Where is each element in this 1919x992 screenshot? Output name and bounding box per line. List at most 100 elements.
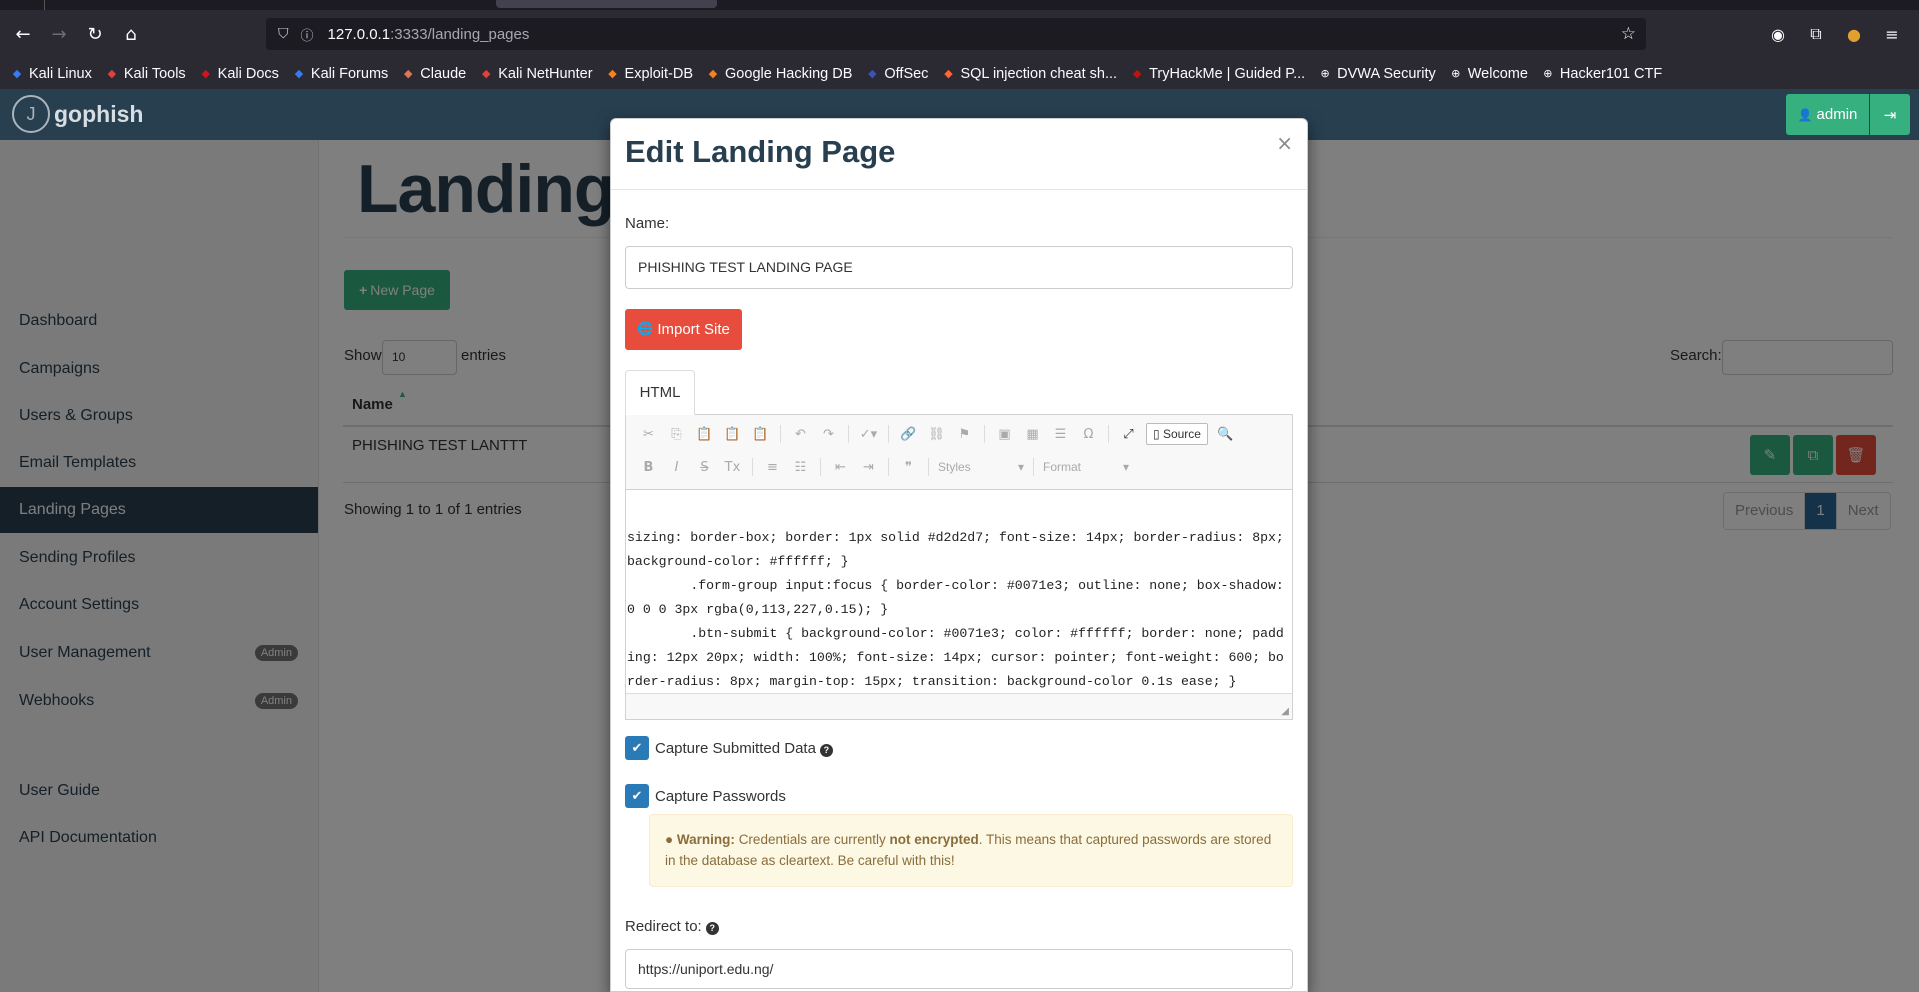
url-bar[interactable]: ⛉ ⓘ 127.0.0.1:3333/landing_pages ☆ [266,18,1646,50]
source-code-area[interactable]: sizing: border-box; border: 1px solid #d… [626,490,1292,693]
back-icon[interactable]: ← [8,20,38,50]
kali-tools-icon: ◆ [107,67,117,80]
image-icon[interactable]: ▣ [994,427,1015,442]
capture-data-checkbox[interactable]: ✔ [625,736,649,760]
toolbar-separator [820,458,821,476]
logout-button[interactable]: ⇥ [1870,94,1910,135]
extensions-icon[interactable]: ⧉ [1801,18,1831,50]
bookmarks-bar: ◆ Kali Linux ◆ Kali Tools ◆ Kali Docs ◆ Kali Fo… [0,59,1919,89]
home-icon[interactable]: ⌂ [116,20,146,50]
name-input[interactable]: PHISHING TEST LANDING PAGE [625,246,1293,289]
bookmark-star-icon[interactable]: ☆ [1621,24,1636,44]
outdent-icon[interactable]: ⇤ [830,460,851,475]
chevron-down-icon: ▾ [1017,460,1024,474]
bookmark-label: SQL injection cheat sh... [960,66,1118,82]
indent-icon[interactable]: ⇥ [858,460,879,475]
bookmark-item[interactable]: ◆ Exploit-DB [606,66,694,82]
reload-icon[interactable]: ↻ [80,20,110,50]
user-icon: 👤 [1797,107,1813,122]
bookmark-item[interactable]: ◆ Google Hacking DB [706,66,853,82]
paste-word-icon[interactable]: 📋 [750,427,771,442]
bookmark-item[interactable]: ◆ Claude [401,66,466,82]
bookmark-label: Claude [420,66,467,82]
bookmark-item[interactable]: ◆ Kali Forums [292,66,389,82]
bulleted-list-icon[interactable]: ☷ [790,460,811,475]
maximize-icon[interactable]: ⤢ [1118,427,1139,442]
tab-separator [44,0,45,10]
resize-handle-icon[interactable]: ◢ [1281,706,1289,717]
redirect-url-input[interactable]: https://uniport.edu.ng/ [625,949,1293,989]
bold-icon[interactable]: B [638,460,659,475]
close-icon[interactable]: × [1276,131,1293,155]
chevron-down-icon: ▾ [1122,460,1129,474]
horizontal-rule-icon[interactable]: ☰ [1050,427,1071,442]
bookmark-item[interactable]: ◆ OffSec [865,66,928,82]
editor-footer: ◢ [626,693,1292,719]
user-menu-button[interactable]: 👤 admin [1786,94,1869,135]
check-icon: ✔ [631,788,643,804]
forward-icon[interactable]: → [44,20,74,50]
cut-icon[interactable]: ✂ [638,427,659,442]
blockquote-icon[interactable]: ❞ [898,460,919,475]
extension-fox-icon[interactable]: ● [1839,18,1869,50]
toolbar-separator [780,425,781,443]
source-label: Source [1162,427,1201,441]
account-icon[interactable]: ◉ [1763,18,1793,50]
bookmark-item[interactable]: ⊕ Welcome [1449,66,1528,82]
bookmark-item[interactable]: ⊕ Hacker101 CTF [1541,66,1662,82]
question-icon[interactable]: ? [705,922,719,935]
link-icon[interactable]: 🔗 [898,427,919,442]
bookmark-item[interactable]: ◆ SQL injection cheat sh... [941,66,1117,82]
page-info-icon[interactable]: ⓘ [301,25,314,44]
globe-icon: ⊕ [1451,67,1461,80]
format-select[interactable]: Format ▾ [1043,460,1129,474]
tab-html[interactable]: HTML [625,370,695,415]
toolbar-separator [752,458,753,476]
bookmark-item[interactable]: ◆ Kali Tools [105,66,186,82]
question-icon[interactable]: ? [819,744,833,757]
bookmark-label: Google Hacking DB [725,66,853,82]
italic-icon[interactable]: I [666,460,687,475]
paste-icon[interactable]: 📋 [694,427,715,442]
preview-icon[interactable]: 🔍 [1215,427,1236,442]
menu-icon[interactable]: ≡ [1877,18,1907,50]
format-label: Format [1043,460,1082,474]
redo-icon[interactable]: ↷ [818,427,839,442]
source-button[interactable]: ▯ Source [1146,423,1208,445]
capture-data-text: Capture Submitted Data [655,740,816,757]
bookmark-item[interactable]: ◆ Kali NetHunter [479,66,593,82]
shield-icon[interactable]: ⛉ [278,26,289,42]
bookmark-label: Exploit-DB [624,66,694,82]
remove-format-icon[interactable]: Tx [722,460,743,475]
claude-icon: ◆ [404,67,413,80]
undo-icon[interactable]: ↶ [790,427,811,442]
paste-text-icon[interactable]: 📋 [722,427,743,442]
toolbar-separator [888,425,889,443]
strikethrough-icon[interactable]: S [694,460,715,475]
copy-icon[interactable]: ⎘ [666,427,687,442]
gophish-logo-icon: J [12,95,50,133]
redirect-label-text: Redirect to: [625,918,702,935]
spellcheck-icon[interactable]: ✓▾ [858,427,879,442]
warning-text-1: Credentials are currently [738,832,886,847]
import-site-button[interactable]: 🌐 Import Site [625,309,742,350]
special-char-icon[interactable]: Ω [1078,427,1099,442]
url-path: :3333/landing_pages [390,25,530,43]
user-name: admin [1816,106,1858,123]
html-editor: ✂ ⎘ 📋 📋 📋 ↶ ↷ ✓▾ 🔗 ⛓ ⚑ ▣ ▦ ☰ Ω ⤢ ▯ Sourc… [625,414,1293,720]
modal-header-divider [611,189,1307,190]
styles-select[interactable]: Styles ▾ [938,460,1024,474]
numbered-list-icon[interactable]: ≡ [762,460,783,475]
bookmark-item[interactable]: ◆ TryHackMe | Guided P... [1130,66,1305,82]
capture-passwords-checkbox[interactable]: ✔ [625,784,649,808]
capture-passwords-label: Capture Passwords [655,788,786,805]
bookmark-item[interactable]: ◆ Kali Docs [199,66,278,82]
browser-active-tab[interactable] [496,0,717,8]
brand[interactable]: J gophish [12,95,143,133]
name-label: Name: [625,215,670,232]
anchor-icon[interactable]: ⚑ [954,427,975,442]
bookmark-item[interactable]: ⊕ DVWA Security [1318,66,1436,82]
unlink-icon[interactable]: ⛓ [926,427,947,442]
bookmark-item[interactable]: ◆ Kali Linux [10,66,92,82]
table-icon[interactable]: ▦ [1022,427,1043,442]
